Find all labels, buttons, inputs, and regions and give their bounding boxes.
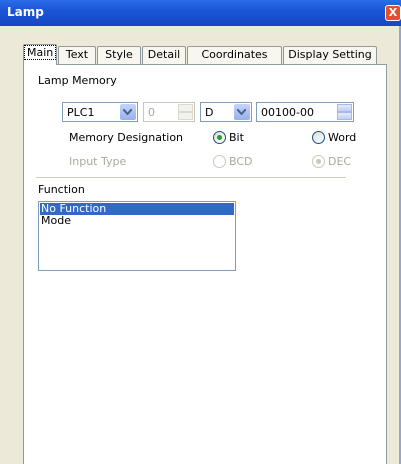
device-select[interactable]: D bbox=[200, 102, 252, 122]
spin-up-icon[interactable] bbox=[337, 104, 352, 112]
device-select-value: D bbox=[205, 106, 214, 119]
tab-detail[interactable]: Detail bbox=[142, 46, 186, 64]
main-tab-panel: Lamp Memory PLC1 0 D 00100-00 Memory Des… bbox=[23, 64, 387, 464]
lamp-dialog: Lamp X Main Text Style Detail Coordinate… bbox=[0, 0, 401, 464]
plc-select-value: PLC1 bbox=[67, 106, 95, 119]
bit-radio[interactable] bbox=[213, 131, 226, 144]
left-gutter bbox=[0, 26, 23, 464]
tab-display-setting[interactable]: Display Setting bbox=[283, 46, 377, 64]
bit-radio-label: Bit bbox=[229, 131, 244, 144]
memory-designation-label: Memory Designation bbox=[69, 131, 184, 144]
address-field[interactable]: 00100-00 bbox=[256, 102, 354, 122]
bcd-radio bbox=[213, 155, 226, 168]
station-number-value: 0 bbox=[148, 106, 155, 119]
dec-radio-label: DEC bbox=[328, 155, 352, 168]
word-radio-label: Word bbox=[328, 131, 357, 144]
lamp-memory-label: Lamp Memory bbox=[38, 74, 117, 87]
address-value: 00100-00 bbox=[261, 106, 314, 119]
word-radio[interactable] bbox=[312, 131, 325, 144]
tab-text[interactable]: Text bbox=[58, 46, 96, 64]
separator bbox=[36, 177, 346, 178]
function-list[interactable]: No Function Mode bbox=[38, 201, 236, 271]
spin-down-icon[interactable] bbox=[337, 112, 352, 120]
station-spinner bbox=[178, 104, 193, 120]
station-number-field: 0 bbox=[143, 102, 195, 122]
dec-radio bbox=[312, 155, 325, 168]
list-item-mode[interactable]: Mode bbox=[40, 215, 234, 227]
close-button[interactable]: X bbox=[385, 5, 401, 21]
tab-style[interactable]: Style bbox=[97, 46, 141, 64]
chevron-down-icon[interactable] bbox=[234, 104, 250, 120]
spin-down-icon bbox=[178, 112, 193, 120]
tab-coordinates[interactable]: Coordinates bbox=[187, 46, 282, 64]
spin-up-icon bbox=[178, 104, 193, 112]
function-label: Function bbox=[38, 183, 85, 196]
tab-main[interactable]: Main bbox=[23, 44, 57, 65]
plc-select[interactable]: PLC1 bbox=[62, 102, 138, 122]
chevron-down-icon[interactable] bbox=[120, 104, 136, 120]
input-type-label: Input Type bbox=[69, 155, 127, 168]
bcd-radio-label: BCD bbox=[229, 155, 253, 168]
address-spinner[interactable] bbox=[337, 104, 352, 120]
window-title: Lamp bbox=[7, 5, 44, 19]
title-bar[interactable]: Lamp X bbox=[0, 0, 401, 26]
